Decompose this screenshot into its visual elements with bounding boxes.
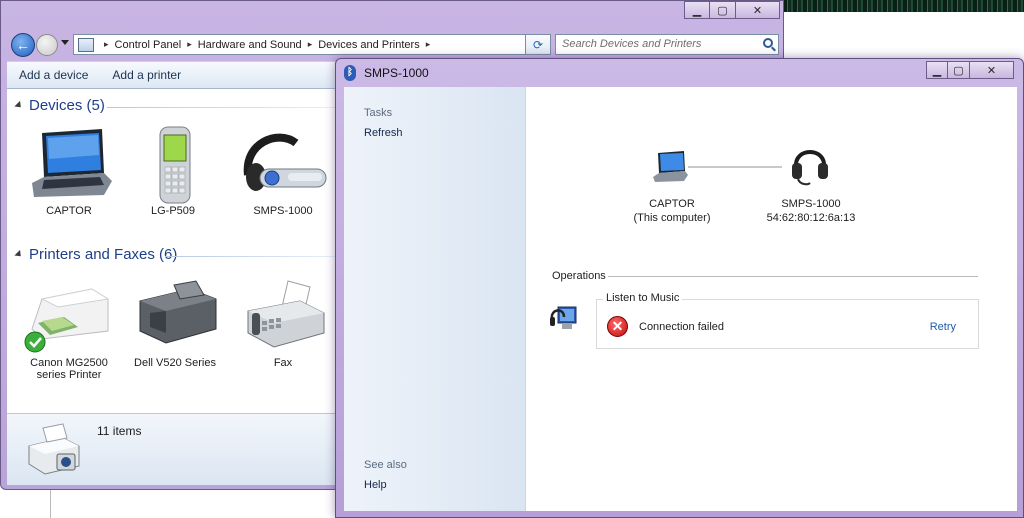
- phone-icon: [128, 125, 218, 205]
- device-captor[interactable]: CAPTOR: [19, 125, 119, 217]
- headset-icon: [238, 125, 328, 205]
- device-label: CAPTOR: [46, 205, 92, 217]
- control-panel-icon: [78, 37, 94, 52]
- device-smps-1000[interactable]: SMPS-1000: [233, 125, 333, 217]
- collapse-icon[interactable]: [14, 249, 24, 260]
- chevron-right-icon[interactable]: ▸: [426, 39, 431, 50]
- window-controls: ▁ ▢ ✕: [684, 1, 780, 19]
- back-button[interactable]: ←: [11, 33, 35, 57]
- printer-icon: [130, 277, 220, 357]
- close-button[interactable]: ✕: [736, 1, 780, 19]
- devices-and-printers-icon: [23, 420, 83, 480]
- chevron-right-icon[interactable]: ▸: [104, 39, 109, 50]
- search-icon[interactable]: [763, 38, 773, 48]
- desktop-background: [778, 0, 1024, 12]
- breadcrumb-devices-and-printers[interactable]: Devices and Printers: [318, 39, 420, 51]
- collapse-icon[interactable]: [14, 100, 24, 111]
- devices-group-label: Devices (5): [29, 97, 105, 114]
- task-pane: Tasks Refresh See also Help: [344, 87, 526, 511]
- breadcrumb-control-panel[interactable]: Control Panel: [115, 39, 182, 51]
- default-printer-check-icon: [24, 331, 46, 353]
- laptop-icon: [652, 151, 688, 185]
- minimize-button[interactable]: ▁: [926, 61, 948, 79]
- group-divider: [107, 107, 337, 108]
- printers-group-header[interactable]: Printers and Faxes (6): [14, 246, 178, 263]
- device-window-body: Tasks Refresh See also Help CAPTOR (This…: [344, 87, 1017, 511]
- retry-link[interactable]: Retry: [930, 321, 956, 333]
- help-link[interactable]: Help: [364, 479, 387, 491]
- chevron-right-icon[interactable]: ▸: [187, 39, 192, 50]
- device-lg-p509[interactable]: LG-P509: [123, 125, 223, 217]
- error-icon: ✕: [607, 316, 628, 337]
- close-button[interactable]: ✕: [970, 61, 1014, 79]
- device-fax[interactable]: Fax: [233, 277, 333, 369]
- maximize-button[interactable]: ▢: [948, 61, 970, 79]
- device-node: SMPS-1000 54:62:80:12:6a:13: [748, 197, 874, 225]
- device-window: ᛒ SMPS-1000 ▁ ▢ ✕ Tasks Refresh See also…: [335, 58, 1024, 518]
- bluetooth-icon: ᛒ: [344, 65, 356, 81]
- printers-group-label: Printers and Faxes (6): [29, 246, 178, 263]
- group-divider: [165, 256, 337, 257]
- refresh-icon: ⟳: [532, 37, 544, 52]
- chevron-right-icon[interactable]: ▸: [308, 39, 313, 50]
- headphones-icon: [790, 143, 830, 187]
- laptop-icon: [24, 125, 114, 205]
- fax-icon: [238, 277, 328, 357]
- device-address: 54:62:80:12:6a:13: [766, 212, 856, 224]
- media-player-icon: [550, 305, 578, 335]
- printer-icon: [24, 277, 114, 357]
- forward-button[interactable]: [36, 34, 58, 56]
- maximize-button[interactable]: ▢: [710, 1, 736, 19]
- computer-note: (This computer): [633, 212, 711, 224]
- device-label: LG-P509: [150, 205, 196, 217]
- tasks-header: Tasks: [364, 107, 393, 119]
- desktop-edge: [50, 490, 51, 518]
- connection-line: [688, 166, 782, 168]
- minimize-button[interactable]: ▁: [684, 1, 710, 19]
- device-label: Dell V520 Series: [134, 357, 216, 369]
- operation-title: Listen to Music: [603, 292, 683, 304]
- device-label: Fax: [273, 357, 293, 369]
- listen-to-music-operation: Listen to Music ✕ Connection failed Retr…: [596, 292, 979, 349]
- arrow-left-icon: ←: [16, 37, 30, 53]
- navigation-bar: ← ▸ Control Panel ▸ Hardware and Sound ▸…: [7, 31, 779, 57]
- add-device-button[interactable]: Add a device: [7, 68, 100, 82]
- add-printer-button[interactable]: Add a printer: [100, 68, 193, 82]
- search-input[interactable]: Search Devices and Printers: [555, 34, 779, 55]
- computer-node: CAPTOR (This computer): [612, 197, 732, 225]
- recent-pages-button[interactable]: [61, 40, 69, 45]
- see-also-header: See also: [364, 459, 407, 471]
- refresh-button[interactable]: ⟳: [525, 34, 551, 55]
- refresh-link[interactable]: Refresh: [364, 127, 403, 139]
- window-controls: ▁ ▢ ✕: [926, 61, 1014, 79]
- device-dell-v520[interactable]: Dell V520 Series: [125, 277, 225, 369]
- devices-group-header[interactable]: Devices (5): [14, 97, 105, 114]
- item-count: 11 items: [97, 424, 142, 438]
- breadcrumb-hardware-and-sound[interactable]: Hardware and Sound: [198, 39, 302, 51]
- operations-divider: [608, 276, 978, 277]
- address-bar[interactable]: ▸ Control Panel ▸ Hardware and Sound ▸ D…: [73, 34, 551, 55]
- operation-status: Connection failed: [639, 321, 725, 333]
- device-label: Canon MG2500 series Printer: [30, 357, 108, 381]
- device-details: CAPTOR (This computer) SMPS-1000 54:62:8…: [526, 87, 1017, 511]
- device-name: SMPS-1000: [781, 198, 841, 210]
- window-title: SMPS-1000: [364, 66, 429, 80]
- computer-name: CAPTOR: [649, 198, 695, 210]
- device-canon-mg2500[interactable]: Canon MG2500 series Printer: [19, 277, 119, 381]
- device-label: SMPS-1000: [253, 205, 313, 217]
- operations-header: Operations: [552, 270, 606, 282]
- search-placeholder: Search Devices and Printers: [562, 38, 702, 50]
